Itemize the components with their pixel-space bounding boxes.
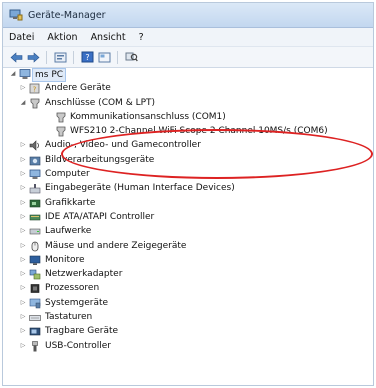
- ide-icon: [29, 214, 41, 221]
- forward-icon[interactable]: [26, 51, 40, 64]
- tree-item-label: Systemgeräte: [45, 297, 109, 308]
- window-title: Geräte-Manager: [28, 9, 106, 21]
- drive-icon: [29, 228, 41, 235]
- red-highlight-ellipse: [61, 129, 373, 179]
- tree-item[interactable]: ▷ USB-Controller: [3, 339, 373, 353]
- toolbar-separator: [73, 50, 74, 64]
- tree-item-label: IDE ATA/ATAPI Controller: [45, 211, 155, 222]
- expand-arrow-icon[interactable]: ▷: [19, 181, 27, 195]
- port-device-icon: [56, 126, 66, 137]
- hid-icon: [29, 184, 41, 194]
- tree-item[interactable]: ▷ Tastaturen: [3, 310, 373, 324]
- port-device-icon: [56, 112, 66, 123]
- tree-item[interactable]: ▷ Monitore: [3, 253, 373, 267]
- usb-icon: [32, 340, 38, 352]
- tree-item-label: Andere Geräte: [45, 83, 111, 94]
- tree-item-label: Mäuse und andere Zeigegeräte: [45, 240, 187, 251]
- menu-datei[interactable]: Datei: [9, 32, 34, 43]
- tree-item-label: Laufwerke: [45, 226, 92, 237]
- imaging-icon: [29, 156, 41, 166]
- portable-icon: [29, 328, 41, 336]
- tree-item[interactable]: ▷ Eingabegeräte (Human Interface Devices…: [3, 181, 373, 195]
- menu-bar: Datei Aktion Ansicht ?: [3, 28, 373, 47]
- toolbar-separator: [117, 50, 118, 64]
- menu-aktion[interactable]: Aktion: [47, 32, 77, 43]
- svg-text:?: ?: [33, 86, 37, 94]
- toolbar: ?: [3, 47, 373, 68]
- expand-arrow-icon[interactable]: ▷: [19, 310, 27, 324]
- tree-item[interactable]: ▷ Laufwerke: [3, 224, 373, 238]
- device-manager-window: Geräte-Manager Datei Aktion Ansicht ? ?: [2, 2, 374, 386]
- help-icon[interactable]: ?: [80, 51, 94, 64]
- expand-arrow-icon[interactable]: ▷: [19, 267, 27, 281]
- expand-arrow-icon[interactable]: ▷: [19, 81, 27, 95]
- network-icon: [29, 269, 41, 280]
- tree-root-label: ms PC: [32, 68, 67, 82]
- tree-item[interactable]: ▷ Mäuse und andere Zeigegeräte: [3, 239, 373, 253]
- monitor-icon: [29, 255, 41, 265]
- tree-item-label: Eingabegeräte (Human Interface Devices): [45, 183, 235, 194]
- tree-root[interactable]: ◢ ms PC: [3, 67, 373, 82]
- tree-item[interactable]: ▷ Netzwerkadapter: [3, 267, 373, 281]
- tree-item-label: Tragbare Geräte: [45, 326, 119, 337]
- title-bar[interactable]: Geräte-Manager: [3, 3, 373, 28]
- graphics-icon: [29, 199, 41, 207]
- tree-item-label: Tastaturen: [45, 312, 93, 323]
- expand-arrow-icon[interactable]: ▷: [19, 138, 27, 152]
- properties-icon[interactable]: [53, 51, 67, 64]
- device-manager-icon: [9, 9, 23, 21]
- svg-text:?: ?: [85, 53, 89, 62]
- other-devices-icon: ?: [29, 83, 40, 94]
- toolbar-separator: [46, 50, 47, 64]
- menu-ansicht[interactable]: Ansicht: [91, 32, 126, 43]
- expand-arrow-icon[interactable]: ▷: [19, 239, 27, 253]
- tree-child-item[interactable]: Kommunikationsanschluss (COM1): [3, 110, 373, 124]
- collapse-arrow-icon[interactable]: ◢: [9, 67, 17, 81]
- computer-root-icon: [19, 69, 31, 79]
- tree-child-label: Kommunikationsanschluss (COM1): [70, 111, 226, 122]
- expand-arrow-icon[interactable]: ▷: [19, 210, 27, 224]
- expand-arrow-icon[interactable]: ▷: [19, 253, 27, 267]
- tree-item[interactable]: ▷ Grafikkarte: [3, 196, 373, 210]
- tree-item[interactable]: ◢ Anschlüsse (COM & LPT): [3, 96, 373, 110]
- view-icon[interactable]: [97, 51, 111, 64]
- computer-icon: [29, 169, 41, 180]
- tree-item-label: Grafikkarte: [45, 197, 96, 208]
- tree-item[interactable]: ▷ Systemgeräte: [3, 296, 373, 310]
- expand-arrow-icon[interactable]: ▷: [19, 296, 27, 310]
- tree-item-label: Netzwerkadapter: [45, 269, 123, 280]
- tree-item-label: Prozessoren: [45, 283, 100, 294]
- keyboard-icon: [29, 315, 41, 321]
- expand-arrow-icon[interactable]: ▷: [19, 339, 27, 353]
- tree-item[interactable]: ▷ Prozessoren: [3, 281, 373, 295]
- expand-arrow-icon[interactable]: ▷: [19, 167, 27, 181]
- system-icon: [29, 298, 41, 308]
- expand-arrow-icon[interactable]: ▷: [19, 153, 27, 167]
- expand-arrow-icon[interactable]: ▷: [19, 281, 27, 295]
- device-tree: ◢ ms PC ▷ ? Andere Geräte ◢ Anschlüsse (…: [3, 67, 373, 353]
- tree-item[interactable]: ▷ Tragbare Geräte: [3, 324, 373, 338]
- tree-item[interactable]: ▷ IDE ATA/ATAPI Controller: [3, 210, 373, 224]
- expand-arrow-icon[interactable]: ▷: [19, 224, 27, 238]
- ports-icon: [30, 98, 40, 108]
- tree-item[interactable]: ▷ ? Andere Geräte: [3, 81, 373, 95]
- expand-arrow-icon[interactable]: ▷: [19, 324, 27, 338]
- tree-item-label: USB-Controller: [45, 340, 111, 351]
- back-icon[interactable]: [9, 51, 23, 64]
- tree-item-label: Computer: [45, 169, 90, 180]
- collapse-arrow-icon[interactable]: ◢: [19, 96, 27, 110]
- scan-hardware-icon[interactable]: [124, 51, 138, 64]
- expand-arrow-icon[interactable]: ▷: [19, 196, 27, 210]
- mouse-icon: [31, 241, 39, 251]
- tree-item-label: Monitore: [45, 254, 85, 265]
- processor-icon: [30, 284, 40, 294]
- menu-help[interactable]: ?: [139, 32, 144, 43]
- audio-icon: [29, 140, 39, 152]
- tree-item-label: Anschlüsse (COM & LPT): [45, 97, 156, 108]
